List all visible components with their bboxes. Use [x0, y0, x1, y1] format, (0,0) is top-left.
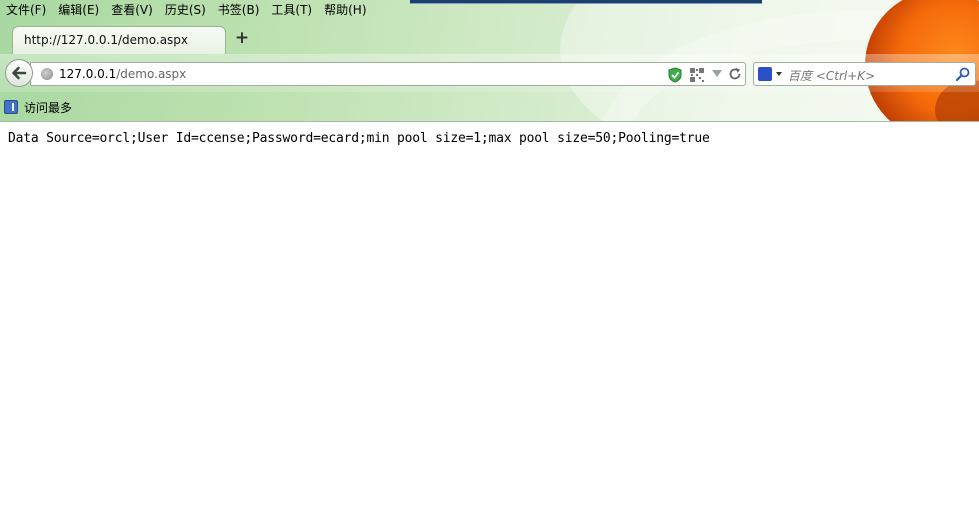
tab-title: http://127.0.0.1/demo.aspx [24, 33, 189, 47]
back-button[interactable] [5, 59, 33, 87]
bookmark-folder-icon [4, 100, 18, 114]
url-path: /demo.aspx [116, 67, 187, 81]
page-content: Data Source=orcl;User Id=ccense;Password… [8, 131, 710, 146]
search-box[interactable]: 百度 <Ctrl+K> [753, 62, 976, 86]
url-host: 127.0.0.1 [59, 67, 117, 81]
menu-file[interactable]: 文件(F) [0, 0, 52, 20]
menu-bar: 文件(F) 编辑(E) 查看(V) 历史(S) 书签(B) 工具(T) 帮助(H… [0, 0, 373, 20]
bookmarks-toolbar: 访问最多 [0, 96, 72, 118]
menu-view[interactable]: 查看(V) [105, 0, 159, 20]
tab-demo[interactable]: http://127.0.0.1/demo.aspx [12, 26, 226, 54]
url-history-dropdown-icon[interactable] [712, 70, 722, 78]
navigation-bar: 127.0.0.1/demo.aspx 百度 <Ctrl+K> [0, 54, 979, 92]
menu-edit[interactable]: 编辑(E) [52, 0, 105, 20]
search-placeholder: 百度 <Ctrl+K> [788, 69, 876, 83]
engine-dropdown-icon[interactable] [776, 72, 782, 76]
globe-icon [41, 68, 53, 80]
shield-check-icon[interactable] [668, 67, 682, 83]
menu-history[interactable]: 历史(S) [159, 0, 212, 20]
browser-chrome: 文件(F) 编辑(E) 查看(V) 历史(S) 书签(B) 工具(T) 帮助(H… [0, 0, 979, 122]
bookmark-most-visited[interactable]: 访问最多 [24, 99, 72, 116]
new-tab-button[interactable]: + [234, 30, 250, 47]
menu-bookmarks[interactable]: 书签(B) [212, 0, 266, 20]
url-bar[interactable]: 127.0.0.1/demo.aspx [30, 62, 746, 86]
url-text: 127.0.0.1/demo.aspx [59, 67, 186, 81]
back-arrow-icon [12, 66, 27, 80]
tab-bar: http://127.0.0.1/demo.aspx + [0, 22, 979, 54]
reload-icon[interactable] [728, 67, 742, 81]
window-title-strip [410, 0, 762, 4]
menu-help[interactable]: 帮助(H) [318, 0, 372, 20]
menu-tools[interactable]: 工具(T) [265, 0, 318, 20]
search-icon[interactable] [956, 67, 970, 81]
baidu-paw-icon[interactable] [758, 67, 772, 81]
qr-code-icon[interactable] [690, 68, 704, 82]
